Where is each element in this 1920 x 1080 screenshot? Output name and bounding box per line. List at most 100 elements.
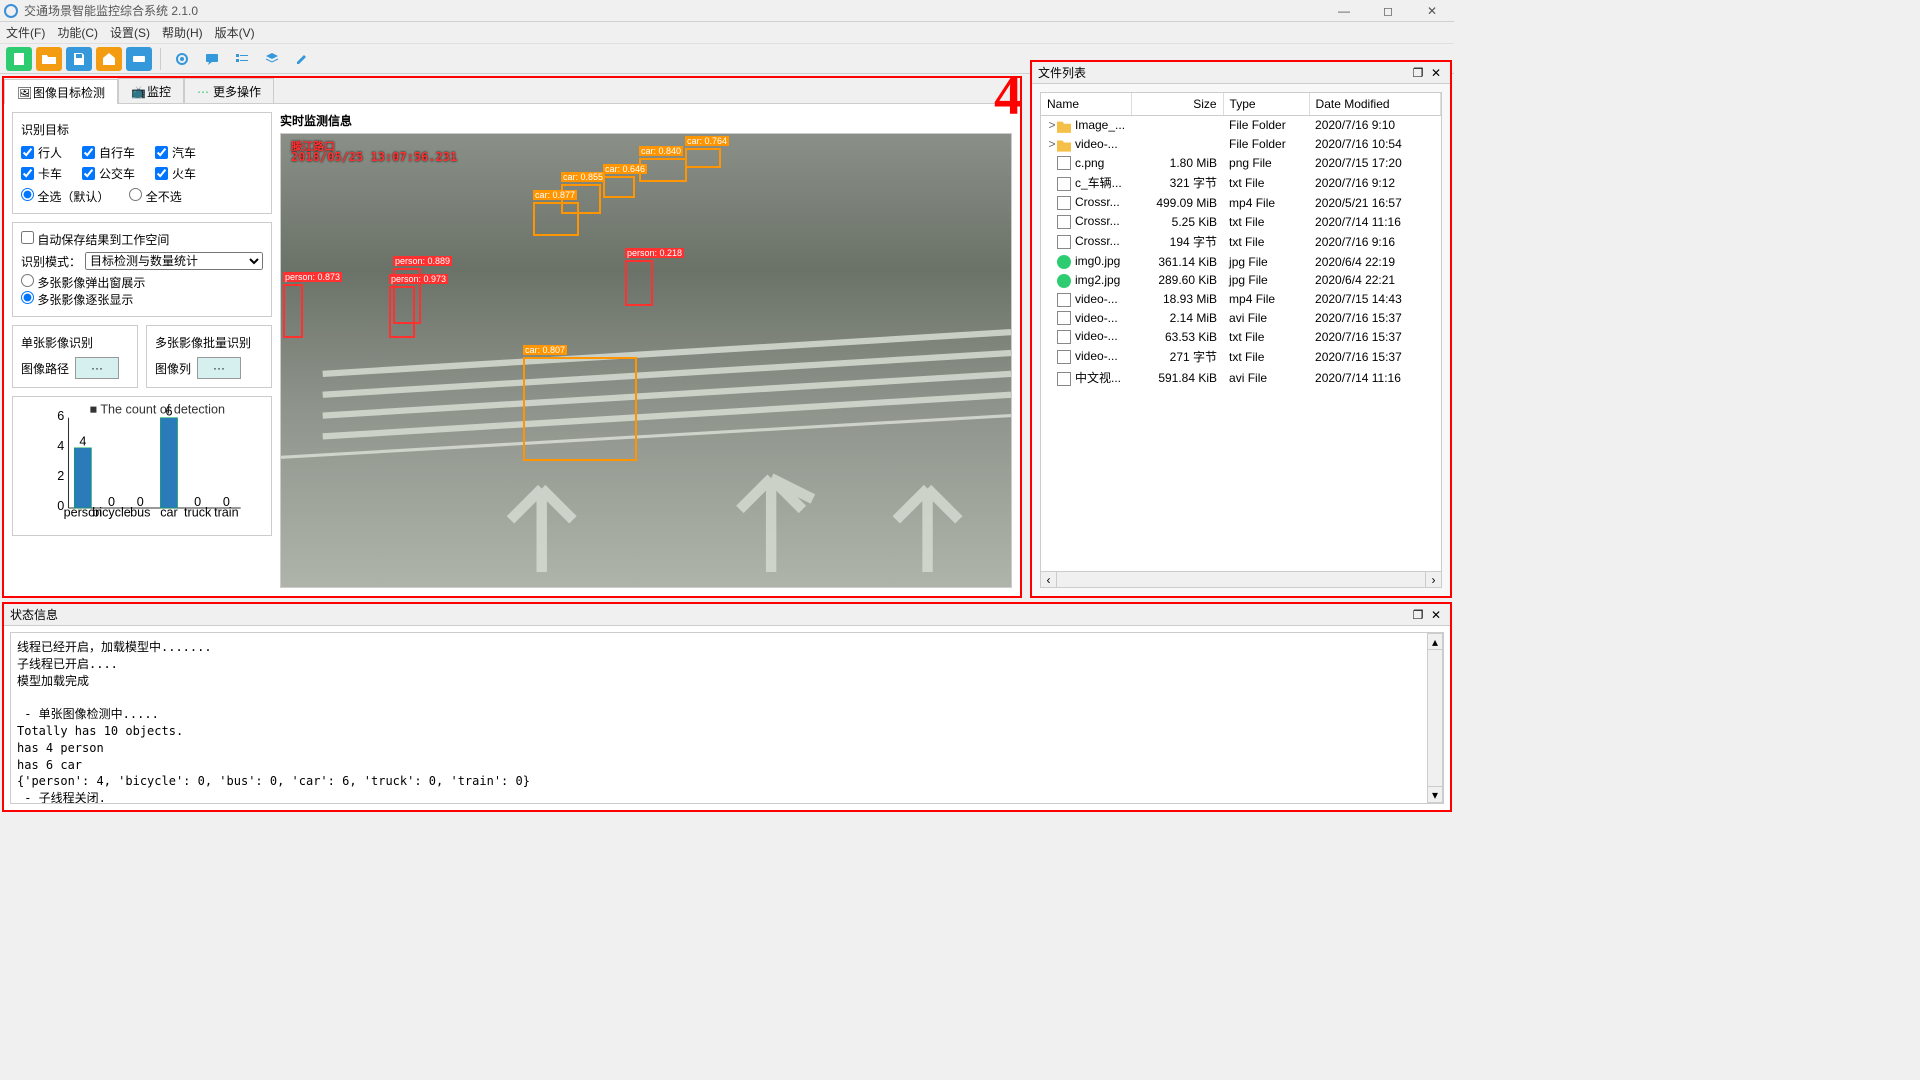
- radio-select-all[interactable]: 全选（默认）: [21, 188, 109, 205]
- toolbar-home-icon[interactable]: [96, 47, 122, 71]
- svg-text:bus: bus: [130, 505, 150, 519]
- single-label: 图像路径: [21, 360, 69, 377]
- panel-close-icon[interactable]: ✕: [1428, 65, 1444, 81]
- svg-text:4: 4: [57, 439, 64, 453]
- menu-version[interactable]: 版本(V): [215, 24, 255, 41]
- close-button[interactable]: ✕: [1410, 0, 1454, 22]
- menu-settings[interactable]: 设置(S): [110, 24, 150, 41]
- tab-more[interactable]: ⋯ 更多操作: [184, 78, 274, 103]
- col-size[interactable]: Size: [1131, 93, 1223, 116]
- table-row[interactable]: img2.jpg289.60 KiBjpg File2020/6/4 22:21: [1041, 271, 1441, 290]
- table-row[interactable]: 中文视...591.84 KiBavi File2020/7/14 11:16: [1041, 367, 1441, 388]
- radio-seq[interactable]: 多张影像逐张显示: [21, 293, 133, 307]
- avi-icon: [1057, 311, 1071, 325]
- image-icon: 🖼: [17, 86, 29, 98]
- menu-file[interactable]: 文件(F): [6, 24, 45, 41]
- toolbar-save-icon[interactable]: [66, 47, 92, 71]
- toolbar-list-icon[interactable]: [229, 47, 255, 71]
- more-icon: ⋯: [197, 85, 209, 97]
- chk-pedestrian[interactable]: 行人: [21, 144, 62, 161]
- app-title: 交通场景智能监控综合系统 2.1.0: [24, 2, 1322, 19]
- panel-float-icon[interactable]: ❐: [1410, 65, 1426, 81]
- tab-image-detect[interactable]: 🖼 图像目标检测: [4, 79, 118, 104]
- single-browse-button[interactable]: ···: [75, 357, 119, 379]
- monitor-icon: 📺: [131, 85, 143, 97]
- col-type[interactable]: Type: [1223, 93, 1309, 116]
- status-log[interactable]: [10, 632, 1444, 804]
- maximize-button[interactable]: ◻: [1366, 0, 1410, 22]
- menu-function[interactable]: 功能(C): [57, 24, 98, 41]
- annotation-number: 4: [994, 64, 1022, 128]
- toolbar-new-icon[interactable]: [6, 47, 32, 71]
- txt-icon: [1057, 235, 1071, 249]
- radio-select-none[interactable]: 全不选: [129, 188, 181, 205]
- svg-text:truck: truck: [184, 505, 212, 519]
- menu-help[interactable]: 帮助(H): [162, 24, 203, 41]
- toolbar-disk-icon[interactable]: [126, 47, 152, 71]
- table-row[interactable]: Crossr...194 字节txt File2020/7/16 9:16: [1041, 231, 1441, 252]
- batch-label: 图像列: [155, 360, 191, 377]
- scroll-down-icon[interactable]: ▾: [1428, 786, 1442, 802]
- toolbar-chat-icon[interactable]: [199, 47, 225, 71]
- app-icon: [4, 4, 18, 18]
- toolbar-layers-icon[interactable]: [259, 47, 285, 71]
- table-row[interactable]: >video-...File Folder2020/7/16 10:54: [1041, 135, 1441, 154]
- table-row[interactable]: video-...18.93 MiBmp4 File2020/7/15 14:4…: [1041, 290, 1441, 309]
- table-row[interactable]: c.png1.80 MiBpng File2020/7/15 17:20: [1041, 154, 1441, 173]
- col-date[interactable]: Date Modified: [1309, 93, 1440, 116]
- chk-bus[interactable]: 公交车: [82, 165, 135, 182]
- toolbar-open-icon[interactable]: [36, 47, 62, 71]
- table-row[interactable]: img0.jpg361.14 KiBjpg File2020/6/4 22:19: [1041, 252, 1441, 271]
- toolbar-gear-icon[interactable]: [169, 47, 195, 71]
- chk-train[interactable]: 火车: [155, 165, 196, 182]
- svg-text:6: 6: [165, 405, 172, 419]
- scroll-left-icon[interactable]: ‹: [1041, 572, 1057, 587]
- batch-browse-button[interactable]: ···: [197, 357, 241, 379]
- table-row[interactable]: Crossr...499.09 MiBmp4 File2020/5/21 16:…: [1041, 193, 1441, 212]
- svg-text:■ The count of detection: ■ The count of detection: [90, 403, 226, 417]
- road-overlay: [281, 134, 1011, 582]
- batch-title: 多张影像批量识别: [155, 334, 263, 351]
- detection-bbox-person: person: 0.973: [389, 286, 415, 338]
- batch-image-fieldset: 多张影像批量识别 图像列 ···: [146, 325, 272, 388]
- tab-bar: 🖼 图像目标检测 📺 监控 ⋯ 更多操作: [4, 78, 1020, 104]
- txt-icon: [1057, 350, 1071, 364]
- table-row[interactable]: >Image_...File Folder2020/7/16 9:10: [1041, 116, 1441, 135]
- png-icon: [1057, 156, 1071, 170]
- chk-autosave[interactable]: 自动保存结果到工作空间: [21, 233, 169, 247]
- avi-icon: [1057, 372, 1071, 386]
- scroll-track[interactable]: [1057, 572, 1425, 587]
- video-frame: 滕江路口 2018/05/25 13:07:56.231 car: 0.807c…: [280, 133, 1012, 588]
- panel-float-icon[interactable]: ❐: [1410, 607, 1426, 623]
- file-hscrollbar[interactable]: ‹ ›: [1040, 572, 1442, 588]
- col-name[interactable]: Name: [1041, 93, 1131, 116]
- radio-popup[interactable]: 多张影像弹出窗展示: [21, 276, 145, 290]
- menubar: 文件(F) 功能(C) 设置(S) 帮助(H) 版本(V): [0, 22, 1454, 44]
- tab-label: 图像目标检测: [33, 84, 105, 101]
- minimize-button[interactable]: —: [1322, 0, 1366, 22]
- detection-bbox-car: car: 0.646: [603, 176, 635, 198]
- toolbar-edit-icon[interactable]: [289, 47, 315, 71]
- table-row[interactable]: video-...63.53 KiBtxt File2020/7/16 15:3…: [1041, 327, 1441, 346]
- folder-icon: [1057, 119, 1071, 133]
- table-row[interactable]: c_车辆...321 字节txt File2020/7/16 9:12: [1041, 172, 1441, 193]
- detection-panel: 🖼 图像目标检测 📺 监控 ⋯ 更多操作 识别目标 行人 自行车 汽车: [2, 76, 1022, 598]
- tab-label: 监控: [147, 83, 171, 100]
- scroll-up-icon[interactable]: ▴: [1428, 634, 1442, 650]
- table-row[interactable]: Crossr...5.25 KiBtxt File2020/7/14 11:16: [1041, 212, 1441, 231]
- table-row[interactable]: video-...271 字节txt File2020/7/16 15:37: [1041, 346, 1441, 367]
- chk-car[interactable]: 汽车: [155, 144, 196, 161]
- detection-bbox-car: car: 0.877: [533, 202, 579, 236]
- status-panel-title: 状态信息: [10, 606, 1408, 623]
- chk-bicycle[interactable]: 自行车: [82, 144, 135, 161]
- scroll-right-icon[interactable]: ›: [1425, 572, 1441, 587]
- svg-text:2: 2: [57, 469, 64, 483]
- tab-monitor[interactable]: 📺 监控: [118, 78, 184, 103]
- status-vscrollbar[interactable]: ▴ ▾: [1427, 633, 1443, 803]
- table-row[interactable]: video-...2.14 MiBavi File2020/7/16 15:37: [1041, 309, 1441, 328]
- mode-fieldset: 自动保存结果到工作空间 识别模式： 目标检测与数量统计 多张影像弹出窗展示 多张…: [12, 222, 272, 317]
- detection-bbox-car: car: 0.764: [685, 148, 721, 168]
- panel-close-icon[interactable]: ✕: [1428, 607, 1444, 623]
- chk-truck[interactable]: 卡车: [21, 165, 62, 182]
- mode-select[interactable]: 目标检测与数量统计: [85, 252, 263, 270]
